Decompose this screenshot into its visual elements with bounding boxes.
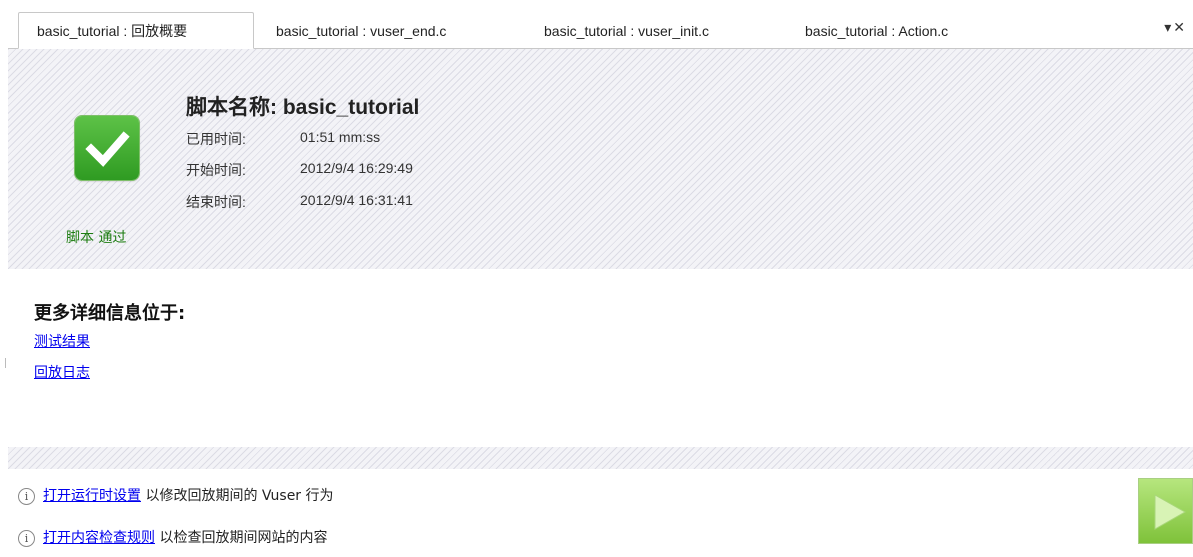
- start-time-label: 开始时间:: [186, 162, 246, 178]
- check-icon: [75, 116, 139, 180]
- test-results-link[interactable]: 测试结果: [34, 331, 90, 351]
- close-icon[interactable]: ✕: [1173, 20, 1187, 36]
- script-title: 脚本名称: basic_tutorial: [186, 96, 420, 119]
- summary-header: 脚本 通过 脚本名称: basic_tutorial 已用时间: 01:51 m…: [8, 49, 1193, 269]
- tip-text: 以修改回放期间的 Vuser 行为: [141, 488, 334, 504]
- tip-text: 以检查回放期间网站的内容: [155, 530, 328, 546]
- tip-runtime-settings: i 打开运行时设置 以修改回放期间的 Vuser 行为: [18, 485, 334, 505]
- end-time-value: 2012/9/4 16:31:41: [300, 192, 413, 208]
- open-content-check-link[interactable]: 打开内容检查规则: [43, 530, 155, 546]
- more-info-title: 更多详细信息位于:: [34, 303, 186, 324]
- status-label: 脚本 通过: [66, 230, 127, 246]
- replay-summary-panel: 脚本 通过 脚本名称: basic_tutorial 已用时间: 01:51 m…: [8, 48, 1193, 557]
- tab-vuser-init[interactable]: basic_tutorial : vuser_init.c: [544, 14, 709, 48]
- info-icon: i: [18, 529, 35, 547]
- tab-replay-summary[interactable]: basic_tutorial : 回放概要: [18, 12, 254, 49]
- tip-content-check: i 打开内容检查规则 以检查回放期间网站的内容: [18, 527, 327, 547]
- elapsed-time-label: 已用时间:: [186, 131, 246, 147]
- info-icon: i: [18, 487, 35, 505]
- tab-action[interactable]: basic_tutorial : Action.c: [805, 14, 948, 48]
- end-time-label: 结束时间:: [186, 194, 246, 210]
- replay-log-link[interactable]: 回放日志: [34, 362, 90, 382]
- tab-vuser-end[interactable]: basic_tutorial : vuser_end.c: [276, 14, 446, 48]
- hatched-separator: [8, 447, 1193, 469]
- play-icon: [1154, 494, 1187, 530]
- start-time-value: 2012/9/4 16:29:49: [300, 160, 413, 176]
- tab-controls[interactable]: ▾✕: [1164, 20, 1187, 36]
- tab-list-icon[interactable]: ▾: [1164, 20, 1173, 36]
- open-runtime-settings-link[interactable]: 打开运行时设置: [43, 488, 141, 504]
- play-button[interactable]: [1138, 478, 1193, 544]
- tab-bar: basic_tutorial : 回放概要 basic_tutorial : v…: [0, 0, 1193, 49]
- elapsed-time-value: 01:51 mm:ss: [300, 129, 381, 145]
